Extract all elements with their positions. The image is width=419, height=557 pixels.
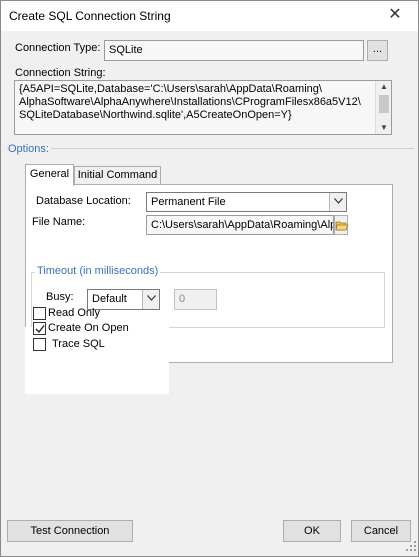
browse-button-label: ... — [372, 43, 383, 55]
ok-label: OK — [304, 525, 320, 537]
create-on-open-checkbox[interactable] — [33, 322, 46, 335]
close-icon[interactable]: ✕ — [384, 4, 406, 26]
cancel-button[interactable]: Cancel — [351, 520, 411, 542]
file-name-label: File Name: — [32, 216, 86, 228]
connection-type-label: Connection Type: — [15, 42, 101, 54]
connection-string-textarea[interactable]: {A5API=SQLite,Database='C:\Users\sarah\A… — [14, 80, 392, 135]
textarea-scrollbar[interactable]: ▲ ▼ — [375, 81, 391, 134]
connection-string-line-2: AlphaSoftware\AlphaAnywhere\Installation… — [19, 96, 361, 108]
options-divider — [7, 148, 414, 149]
scroll-thumb[interactable] — [379, 95, 389, 113]
title-bar: Create SQL Connection String ✕ — [1, 1, 418, 31]
database-location-label: Database Location: — [36, 195, 131, 207]
file-name-input[interactable]: C:\Users\sarah\AppData\Roaming\AlphaSoft… — [146, 215, 334, 235]
connection-type-value: SQLite — [109, 44, 143, 56]
resize-grip-icon[interactable] — [406, 541, 416, 554]
connection-string-line-1: {A5API=SQLite,Database='C:\Users\sarah\A… — [19, 83, 322, 95]
scroll-down-icon[interactable]: ▼ — [376, 122, 391, 134]
dialog-body: Connection Type: SQLite ... Connection S… — [1, 31, 418, 556]
browse-file-button[interactable] — [334, 215, 349, 235]
database-location-value: Permanent File — [151, 196, 226, 208]
read-only-label: Read Only — [48, 307, 100, 319]
chevron-down-icon[interactable] — [142, 290, 159, 309]
dialog-window: Create SQL Connection String ✕ Connectio… — [0, 0, 419, 557]
busy-timeout-input[interactable]: 0 — [174, 289, 217, 310]
connection-string-label: Connection String: — [15, 67, 106, 79]
file-name-value: C:\Users\sarah\AppData\Roaming\AlphaSoft… — [151, 219, 333, 231]
ok-button[interactable]: OK — [283, 520, 341, 542]
database-location-select[interactable]: Permanent File — [146, 192, 347, 212]
tab-general[interactable]: General — [25, 164, 74, 186]
options-label: Options: — [8, 143, 51, 155]
chevron-down-icon[interactable] — [329, 193, 346, 211]
tab-initial-command-label: Initial Command — [77, 169, 158, 181]
busy-mode-value: Default — [92, 293, 127, 305]
tab-general-label: General — [29, 168, 70, 180]
trace-sql-label: Trace SQL — [52, 338, 105, 350]
busy-label: Busy: — [46, 291, 74, 303]
test-connection-button[interactable]: Test Connection — [7, 520, 133, 542]
folder-open-icon — [335, 219, 349, 240]
cancel-label: Cancel — [363, 525, 399, 537]
connection-string-line-3: SQLiteDatabase\Northwind.sqlite',A5Creat… — [19, 109, 292, 121]
test-connection-label: Test Connection — [30, 525, 110, 537]
create-on-open-label: Create On Open — [48, 322, 129, 334]
tab-initial-command[interactable]: Initial Command — [74, 166, 161, 184]
read-only-checkbox[interactable] — [33, 307, 46, 320]
timeout-group: Timeout (in milliseconds) Busy: Default … — [31, 265, 385, 328]
window-title: Create SQL Connection String — [9, 9, 171, 23]
trace-sql-checkbox[interactable] — [33, 338, 46, 351]
busy-timeout-value: 0 — [179, 293, 186, 305]
timeout-group-title: Timeout (in milliseconds) — [35, 265, 161, 277]
browse-connection-type-button[interactable]: ... — [367, 40, 388, 61]
scroll-up-icon[interactable]: ▲ — [376, 81, 391, 93]
connection-type-field[interactable]: SQLite — [104, 40, 364, 61]
